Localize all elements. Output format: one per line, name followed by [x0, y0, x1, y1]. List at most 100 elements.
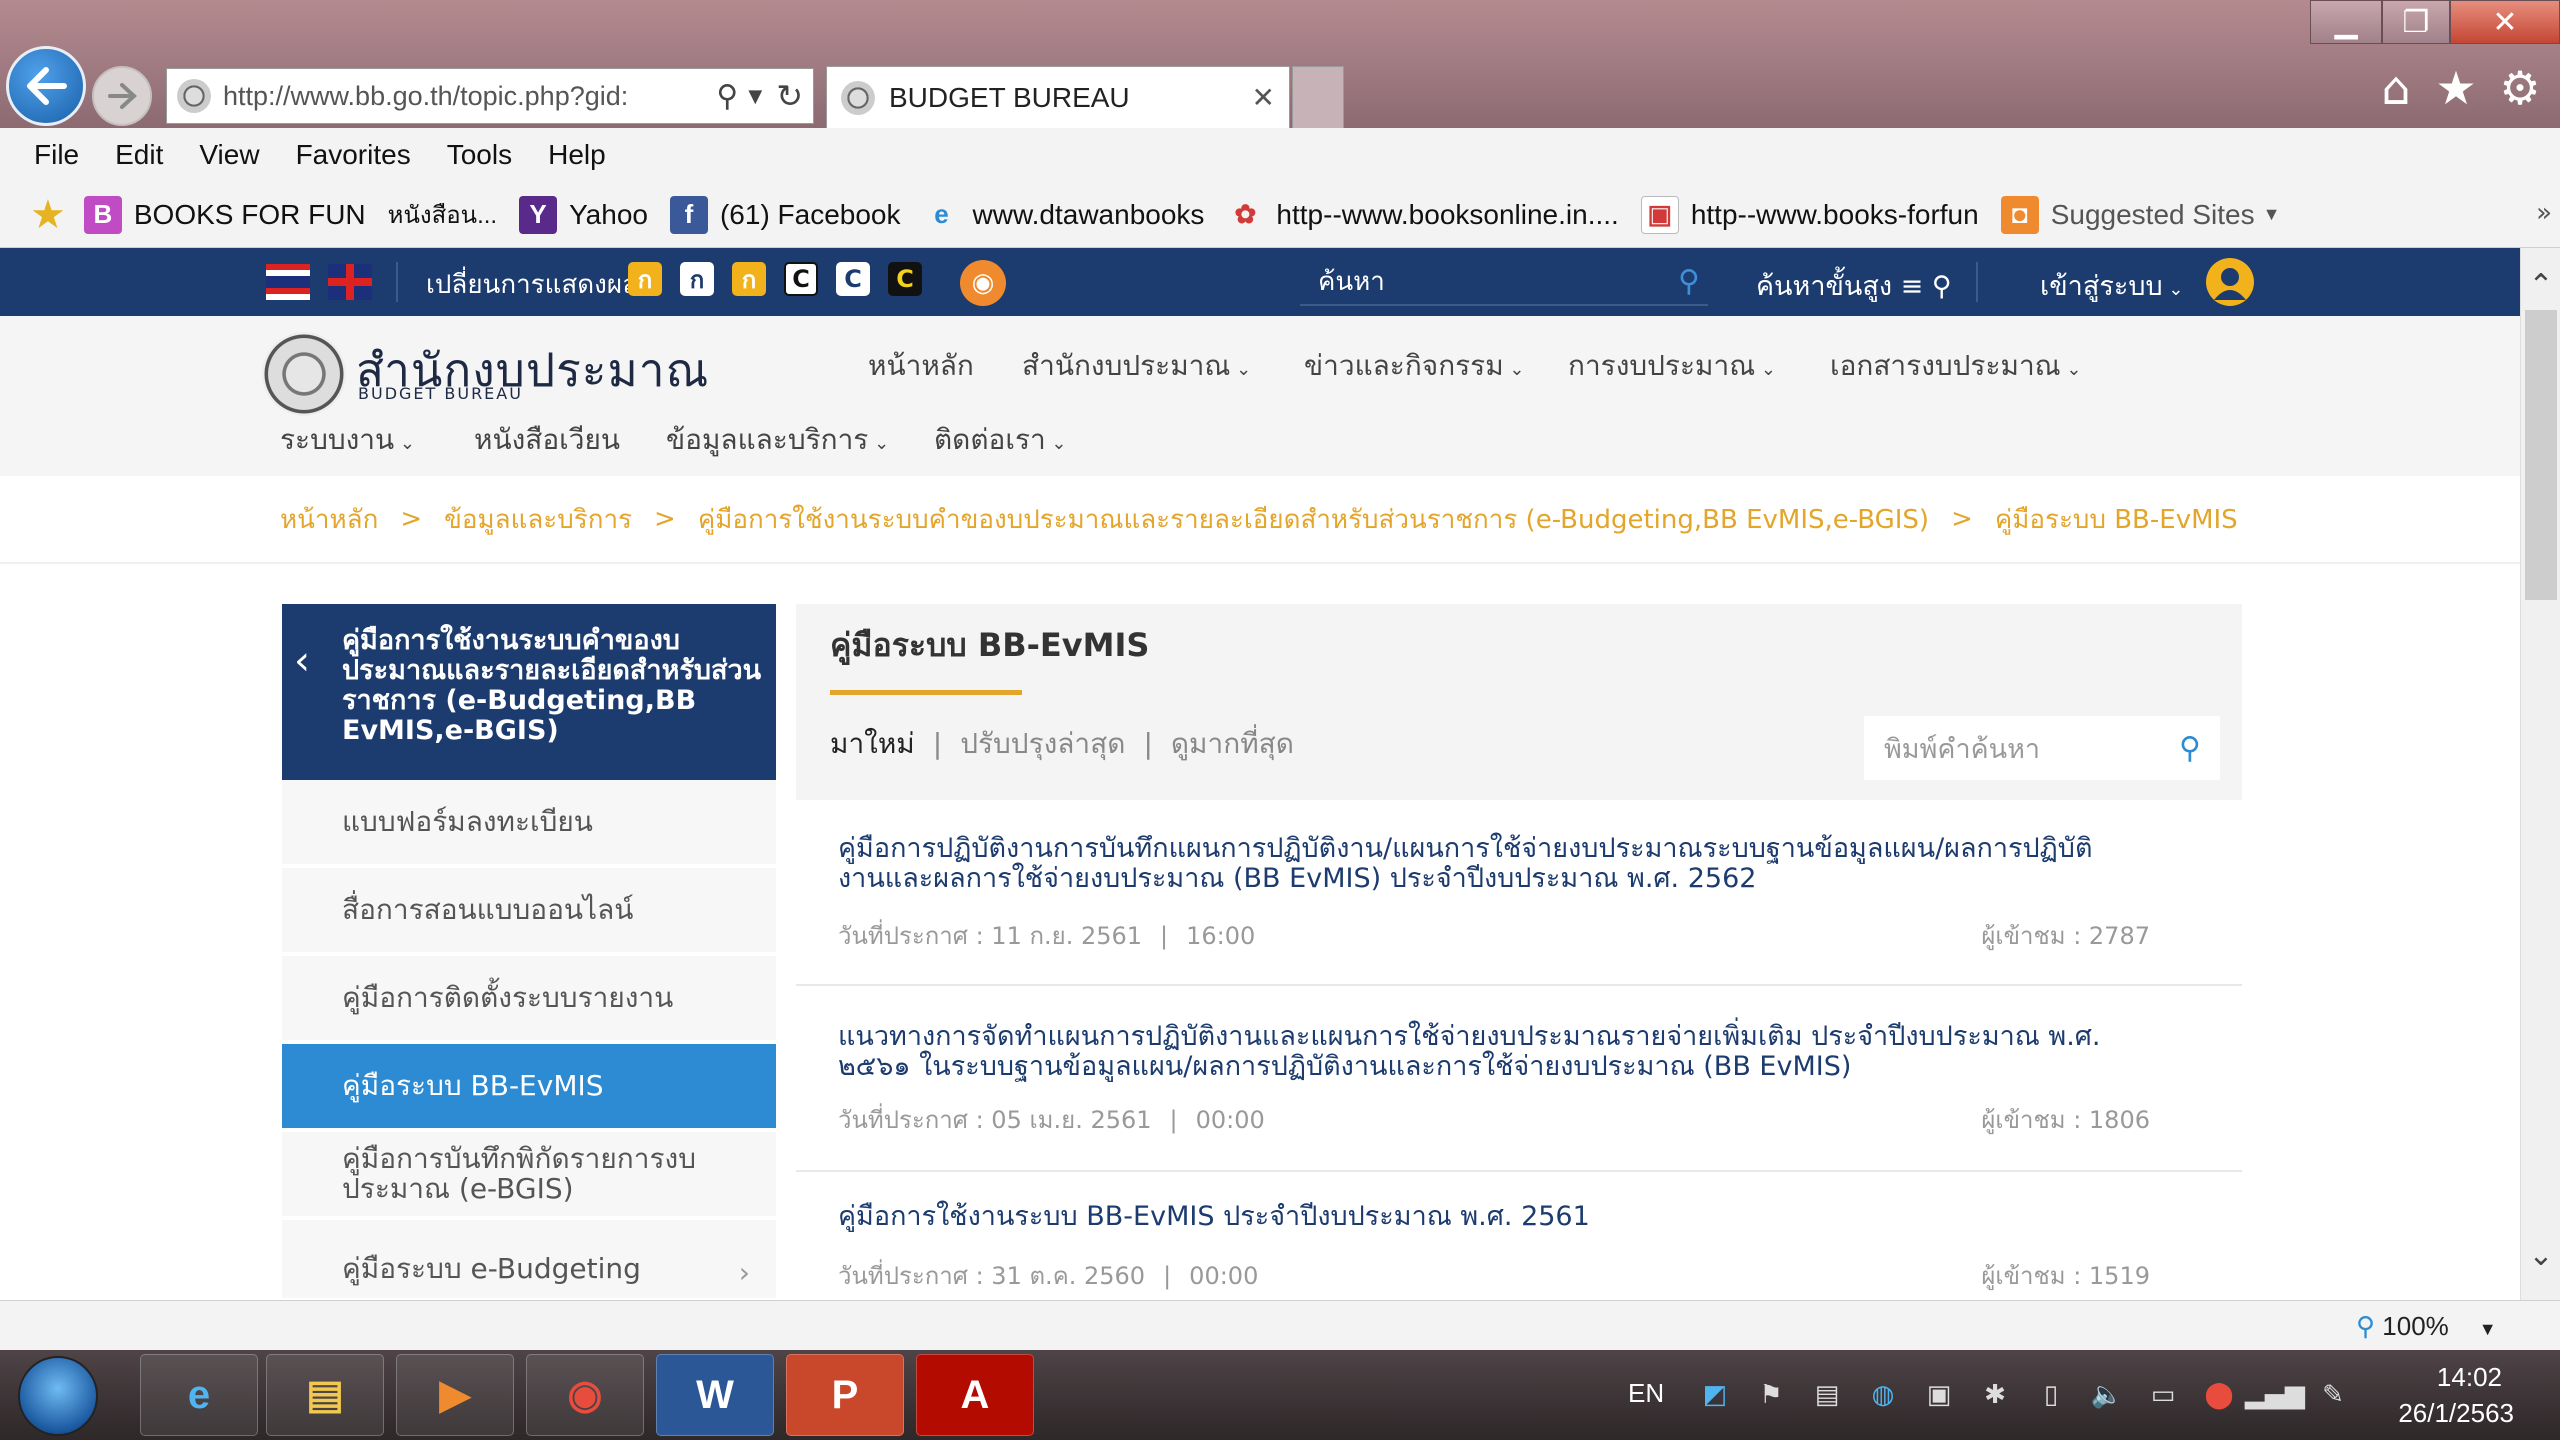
- tray-network-icon[interactable]: ✱: [1980, 1380, 2010, 1410]
- contrast-yellow-button[interactable]: C: [888, 262, 922, 296]
- document-list-item[interactable]: แนวทางการจัดทำแผนการปฏิบัติงานและแผนการใ…: [796, 986, 2242, 1172]
- uk-flag-icon[interactable]: [328, 264, 372, 300]
- dropdown-arrow-icon[interactable]: ▼: [748, 86, 762, 107]
- menu-edit[interactable]: Edit: [115, 139, 163, 171]
- thai-flag-icon[interactable]: [266, 264, 310, 300]
- volume-icon[interactable]: 🔈: [2091, 1380, 2123, 1410]
- font-size-large-button[interactable]: ก: [680, 262, 714, 296]
- site-search-box[interactable]: ค้นหา ⚲: [1300, 258, 1708, 306]
- address-text[interactable]: http://www.bb.go.th/topic.php?gid:: [211, 81, 716, 112]
- scroll-down-arrow-icon[interactable]: ⌄: [2521, 1238, 2560, 1278]
- sort-tab-newest[interactable]: มาใหม่: [830, 727, 915, 760]
- panel-search-box[interactable]: พิมพ์คำค้นหา ⚲: [1864, 716, 2220, 780]
- sidebar-item-bb-evmis[interactable]: คู่มือระบบ BB-EvMIS: [282, 1044, 776, 1130]
- breadcrumb-manual-category[interactable]: คู่มือการใช้งานระบบคำของบประมาณและรายละเ…: [698, 499, 1929, 540]
- scroll-thumb[interactable]: [2525, 310, 2557, 600]
- sidebar-item-online-tutorial[interactable]: สื่อการสอนแบบออนไลน์: [282, 868, 776, 954]
- clock-time[interactable]: 14:02: [2372, 1362, 2502, 1393]
- advanced-search-link[interactable]: ค้นหาขั้นสูง ≡ ⚲: [1756, 264, 1952, 307]
- media-player-icon[interactable]: ▶: [396, 1354, 514, 1436]
- fav-dtawanbooks[interactable]: e www.dtawanbooks: [923, 196, 1204, 234]
- input-language[interactable]: EN: [1628, 1378, 1664, 1409]
- site-search-input[interactable]: ค้นหา: [1300, 261, 1678, 302]
- sort-tab-most-viewed[interactable]: ดูมากที่สุด: [1171, 727, 1294, 760]
- sidebar-item-e-bgis[interactable]: คู่มือการบันทึกพิกัดรายการงบประมาณ (e-BG…: [282, 1132, 776, 1218]
- chrome-icon[interactable]: ◉: [526, 1354, 644, 1436]
- chevron-left-icon[interactable]: ‹: [294, 638, 310, 684]
- nav-systems[interactable]: ระบบงาน ⌄: [280, 418, 415, 462]
- tray-app-icon[interactable]: ◩: [1700, 1380, 1730, 1410]
- browser-tab[interactable]: BUDGET BUREAU ✕: [826, 66, 1290, 128]
- acrobat-tray-icon[interactable]: ⬤: [2204, 1380, 2234, 1410]
- nav-budgeting[interactable]: การงบประมาณ ⌄: [1568, 344, 1776, 388]
- menu-view[interactable]: View: [199, 139, 259, 171]
- chevron-more-icon[interactable]: »: [2536, 198, 2552, 228]
- menu-favorites[interactable]: Favorites: [296, 139, 411, 171]
- rss-icon[interactable]: ◉: [960, 260, 1006, 306]
- nav-circulars[interactable]: หนังสือเวียน: [474, 418, 620, 462]
- acrobat-reader-icon[interactable]: A: [916, 1354, 1034, 1436]
- clock-date[interactable]: 26/1/2563: [2372, 1398, 2514, 1429]
- add-favorite-star-icon[interactable]: ★: [30, 192, 66, 238]
- forward-button[interactable]: [92, 66, 152, 126]
- display-icon[interactable]: ▭: [2148, 1380, 2178, 1410]
- address-bar[interactable]: http://www.bb.go.th/topic.php?gid: ⚲ ▼ ↻: [166, 68, 814, 124]
- word-icon[interactable]: W: [656, 1354, 774, 1436]
- powerpoint-icon[interactable]: P: [786, 1354, 904, 1436]
- minimize-button[interactable]: ▁: [2310, 0, 2382, 44]
- fav-suggested-sites[interactable]: ◘ Suggested Sites ▼: [2000, 195, 2280, 234]
- signal-strength-icon[interactable]: ▂▄▆: [2245, 1380, 2305, 1410]
- nav-home[interactable]: หน้าหลัก: [868, 344, 974, 388]
- nav-info-services[interactable]: ข้อมูลและบริการ ⌄: [666, 418, 889, 462]
- file-explorer-icon[interactable]: ▤: [266, 1354, 384, 1436]
- breadcrumb-info-services[interactable]: ข้อมูลและบริการ: [444, 499, 632, 540]
- tray-device-icon[interactable]: ▤: [1812, 1380, 1842, 1410]
- tray-monitor-icon[interactable]: ▣: [1924, 1380, 1954, 1410]
- favorites-star-icon[interactable]: ★: [2430, 61, 2482, 115]
- search-icon[interactable]: ⚲: [2160, 731, 2220, 766]
- fav-facebook[interactable]: f (61) Facebook: [669, 195, 901, 234]
- breadcrumb-home[interactable]: หน้าหลัก: [280, 499, 378, 540]
- document-title[interactable]: คู่มือการใช้งานระบบ BB-EvMIS ประจำปีงบปร…: [838, 1202, 2118, 1232]
- back-button[interactable]: [6, 46, 86, 126]
- login-link[interactable]: เข้าสู่ระบบ ⌄: [2040, 264, 2183, 307]
- panel-search-input[interactable]: พิมพ์คำค้นหา: [1884, 727, 2160, 770]
- sidebar-header[interactable]: ‹ คู่มือการใช้งานระบบคำของบประมาณและรายล…: [282, 604, 776, 780]
- fav-booksonline[interactable]: ✿ http--www.booksonline.in....: [1226, 196, 1619, 234]
- scroll-up-arrow-icon[interactable]: ⌃: [2521, 268, 2560, 308]
- contrast-dark-button[interactable]: C: [784, 262, 818, 296]
- font-size-normal-button[interactable]: ก: [628, 262, 662, 296]
- document-title[interactable]: แนวทางการจัดทำแผนการปฏิบัติงานและแผนการใ…: [838, 1022, 2118, 1082]
- user-avatar-icon[interactable]: [2206, 258, 2254, 306]
- fav-books-for-fun[interactable]: B BOOKS FOR FUN: [83, 195, 366, 234]
- vertical-scrollbar[interactable]: ⌃ ⌄: [2520, 248, 2560, 1300]
- battery-icon[interactable]: ▯: [2036, 1380, 2066, 1410]
- fav-books-forfun[interactable]: ▣ http--www.books-forfun: [1640, 195, 1979, 234]
- refresh-icon[interactable]: ↻: [776, 77, 803, 115]
- nav-budget-bureau[interactable]: สำนักงบประมาณ ⌄: [1022, 344, 1251, 388]
- fav-yahoo[interactable]: Y Yahoo: [519, 195, 648, 234]
- contrast-normal-button[interactable]: C: [836, 262, 870, 296]
- sidebar-item-e-budgeting[interactable]: คู่มือระบบ e-Budgeting ›: [282, 1220, 776, 1300]
- flag-action-center-icon[interactable]: ⚑: [1756, 1380, 1786, 1410]
- sidebar-item-registration-form[interactable]: แบบฟอร์มลงทะเบียน: [282, 780, 776, 866]
- menu-help[interactable]: Help: [548, 139, 606, 171]
- sidebar-item-install-manual[interactable]: คู่มือการติดตั้งระบบรายงาน: [282, 956, 776, 1042]
- document-list-item[interactable]: คู่มือการใช้งานระบบ BB-EvMIS ประจำปีงบปร…: [796, 1172, 2242, 1300]
- font-size-xlarge-button[interactable]: ก: [732, 262, 766, 296]
- breadcrumb-current[interactable]: คู่มือระบบ BB-EvMIS: [1995, 499, 2238, 540]
- start-button-windows-icon[interactable]: [18, 1356, 98, 1436]
- home-icon[interactable]: ⌂: [2370, 61, 2422, 115]
- sort-tab-updated[interactable]: ปรับปรุงล่าสุด: [960, 727, 1125, 760]
- document-title[interactable]: คู่มือการปฏิบัติงานการบันทึกแผนการปฏิบัต…: [838, 834, 2118, 894]
- settings-gear-icon[interactable]: ⚙: [2494, 61, 2546, 115]
- new-tab-button[interactable]: [1292, 66, 1344, 128]
- search-icon[interactable]: ⚲: [1678, 264, 1700, 299]
- tab-close-icon[interactable]: ✕: [1252, 81, 1275, 114]
- zoom-control[interactable]: ⚲ 100% ▼: [2356, 1311, 2497, 1342]
- search-icon[interactable]: ⚲: [716, 79, 738, 114]
- close-window-button[interactable]: ✕: [2450, 0, 2560, 44]
- tray-globe-icon[interactable]: ◍: [1868, 1380, 1898, 1410]
- restore-button[interactable]: ❐: [2382, 0, 2450, 44]
- nav-news[interactable]: ข่าวและกิจกรรม ⌄: [1304, 344, 1525, 388]
